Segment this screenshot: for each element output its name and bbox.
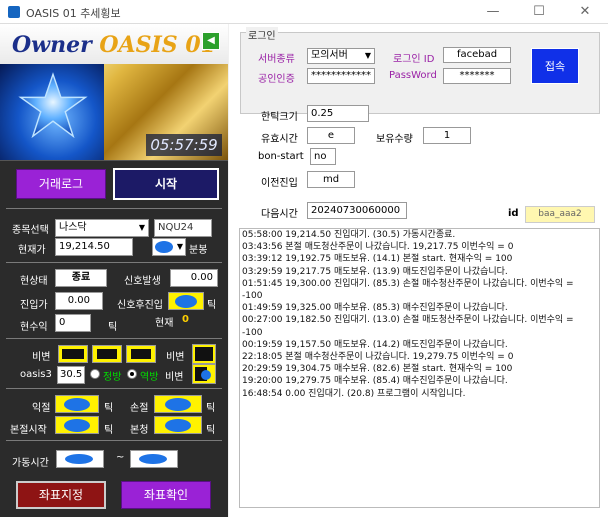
breakeven2-label: 본청 (130, 425, 149, 436)
status-label: 현상태 (20, 276, 48, 287)
log-line: -100 (242, 327, 263, 338)
log-line: 00:19:59 19,157.50 매도보유. (14.2) 매도진입주문이 … (242, 339, 508, 350)
login-id-label: 로그인 ID (393, 54, 435, 65)
holding-label: 보유수량 (376, 134, 413, 145)
post-entry-value (168, 292, 204, 310)
valid-time-label: 유효시간 (261, 134, 298, 145)
oasis3-label: oasis3 (20, 369, 52, 380)
bibeon2-label: 비변 (166, 352, 185, 363)
symbol-label: 종목선택 (12, 225, 49, 236)
take-profit-value (55, 395, 99, 413)
id-label: id (508, 208, 519, 219)
confirm-coords-button[interactable]: 좌표확인 (121, 481, 211, 509)
login-section-title: 로그인 (246, 27, 278, 42)
log-line: -100 (242, 291, 263, 302)
id-value: baa_aaa2 (525, 206, 595, 223)
bong-label: 분봉 (189, 245, 208, 256)
cert-label: 공인인증 (258, 74, 295, 85)
radio-reverse[interactable] (127, 369, 137, 379)
bong-select[interactable]: ▼ (152, 238, 186, 256)
current-value: 0 (182, 314, 189, 325)
log-line: 03:29:59 19,217.75 매도보유. (13.9) 매도진입주문이 … (242, 266, 508, 277)
bon-start-value: no (310, 148, 336, 165)
current-label: 현재 (155, 318, 174, 329)
trade-log-button[interactable]: 거래로그 (16, 169, 106, 199)
set-coords-button[interactable]: 좌표지정 (16, 481, 106, 509)
log-line: 01:49:59 19,325.00 매수보유. (85.3) 매수진입주문이 … (242, 303, 508, 314)
close-icon[interactable]: ✕ (562, 0, 608, 24)
holding-input[interactable]: 1 (423, 127, 471, 144)
next-time-value: 20240730060000 (307, 202, 407, 219)
collapse-arrow-icon[interactable]: ◀ (202, 32, 220, 50)
entry-value: 0.00 (55, 292, 103, 310)
signal-value: 0.00 (170, 269, 218, 287)
login-id-input[interactable]: facebad (443, 47, 511, 63)
log-line: 05:58:00 19,214.50 진입대기. (30.5) 가동시간종료. (242, 230, 456, 240)
profit-value: 0 (55, 314, 91, 332)
post-entry-label: 신호후진입 (117, 300, 163, 311)
symbol-code: NQU24 (154, 219, 212, 237)
breakeven2-value (154, 416, 202, 434)
log-line: 22:18:05 본절 매수청산주문이 나갔습니다. 19,279.75 이번수… (242, 352, 514, 363)
log-line: 16:48:54 0.00 진입대기. (20.8) 프로그램이 시작입니다. (242, 388, 466, 399)
log-line: 03:39:12 19,192.75 매도보유. (14.1) 본절 start… (242, 254, 513, 265)
valid-time-input[interactable]: e (307, 127, 355, 144)
star-icon (18, 72, 88, 139)
price-label: 현재가 (18, 245, 46, 256)
connect-button[interactable]: 접속 (531, 48, 579, 84)
price-value: 19,214.50 (55, 238, 133, 256)
radio-forward[interactable] (90, 369, 100, 379)
clock-display: 05:57:59 (146, 134, 222, 156)
breakeven-label: 본절시작 (10, 425, 47, 436)
chevron-down-icon: ▼ (364, 51, 371, 60)
radio-forward-label: 정방 (103, 372, 122, 383)
password-input[interactable]: ******* (443, 68, 511, 84)
tick-size-input[interactable]: 0.25 (307, 105, 369, 122)
status-value: 종료 (55, 269, 107, 287)
stop-loss-value (154, 395, 202, 413)
prev-entry-label: 이전진입 (261, 178, 298, 189)
window-title: OASIS 01 추세횡보 (26, 7, 121, 20)
chevron-down-icon: ▼ (138, 223, 145, 232)
prev-entry-value: md (307, 171, 355, 188)
log-line: 03:43:56 본절 매도청산주문이 나갔습니다. 19,217.75 이번수… (242, 242, 514, 253)
signal-label: 신호발생 (124, 276, 161, 287)
cert-input[interactable]: ************ (307, 68, 375, 84)
entry-label: 진입가 (20, 300, 48, 311)
server-select[interactable]: 모의서버 ▼ (307, 48, 375, 64)
maximize-icon[interactable]: ☐ (516, 0, 562, 24)
log-line: 00:27:00 19,182.50 진입대기. (13.0) 손절 매도청산주… (242, 315, 574, 326)
start-button[interactable]: 시작 (113, 168, 219, 200)
header-banner: Owner OASIS 01 ◀ 05:57:59 (0, 24, 228, 160)
take-profit-label: 익절 (32, 403, 51, 414)
bibeon3-label: 비변 (165, 372, 184, 383)
brand-logo: Owner OASIS 01 (12, 32, 216, 58)
app-icon (8, 6, 20, 18)
chevron-down-icon: ▼ (176, 242, 183, 251)
password-label: PassWord (389, 70, 437, 81)
profit-label: 현수익 (20, 322, 48, 333)
breakeven-value (55, 416, 99, 434)
log-line: 19:20:00 19,279.75 매수보유. (85.4) 매수진입주문이 … (242, 376, 508, 387)
time-label: 가동시간 (12, 458, 49, 469)
symbol-select[interactable]: 나스닥 ▼ (55, 219, 149, 237)
log-panel[interactable]: 05:58:00 19,214.50 진입대기. (30.5) 가동시간종료. 0… (239, 228, 600, 508)
time-start-input[interactable] (56, 450, 104, 468)
tick-size-label: 한틱크기 (261, 112, 298, 123)
oasis3-input[interactable]: 30.5 (57, 366, 85, 384)
title-bar: OASIS 01 추세횡보 — ☐ ✕ (0, 0, 608, 24)
server-label: 서버종류 (258, 54, 295, 65)
bon-start-label: bon-start (258, 151, 304, 162)
time-end-input[interactable] (130, 450, 178, 468)
log-line: 01:51:45 19,300.00 진입대기. (85.3) 손절 매수청산주… (242, 278, 574, 289)
radio-reverse-label: 역방 (140, 372, 159, 383)
stop-loss-label: 손절 (130, 403, 149, 414)
minimize-icon[interactable]: — (470, 0, 516, 24)
bibeon-label: 비변 (32, 352, 51, 363)
log-line: 20:29:59 19,304.75 매수보유. (82.6) 본절 start… (242, 364, 513, 375)
next-time-label: 다음시간 (261, 209, 298, 220)
